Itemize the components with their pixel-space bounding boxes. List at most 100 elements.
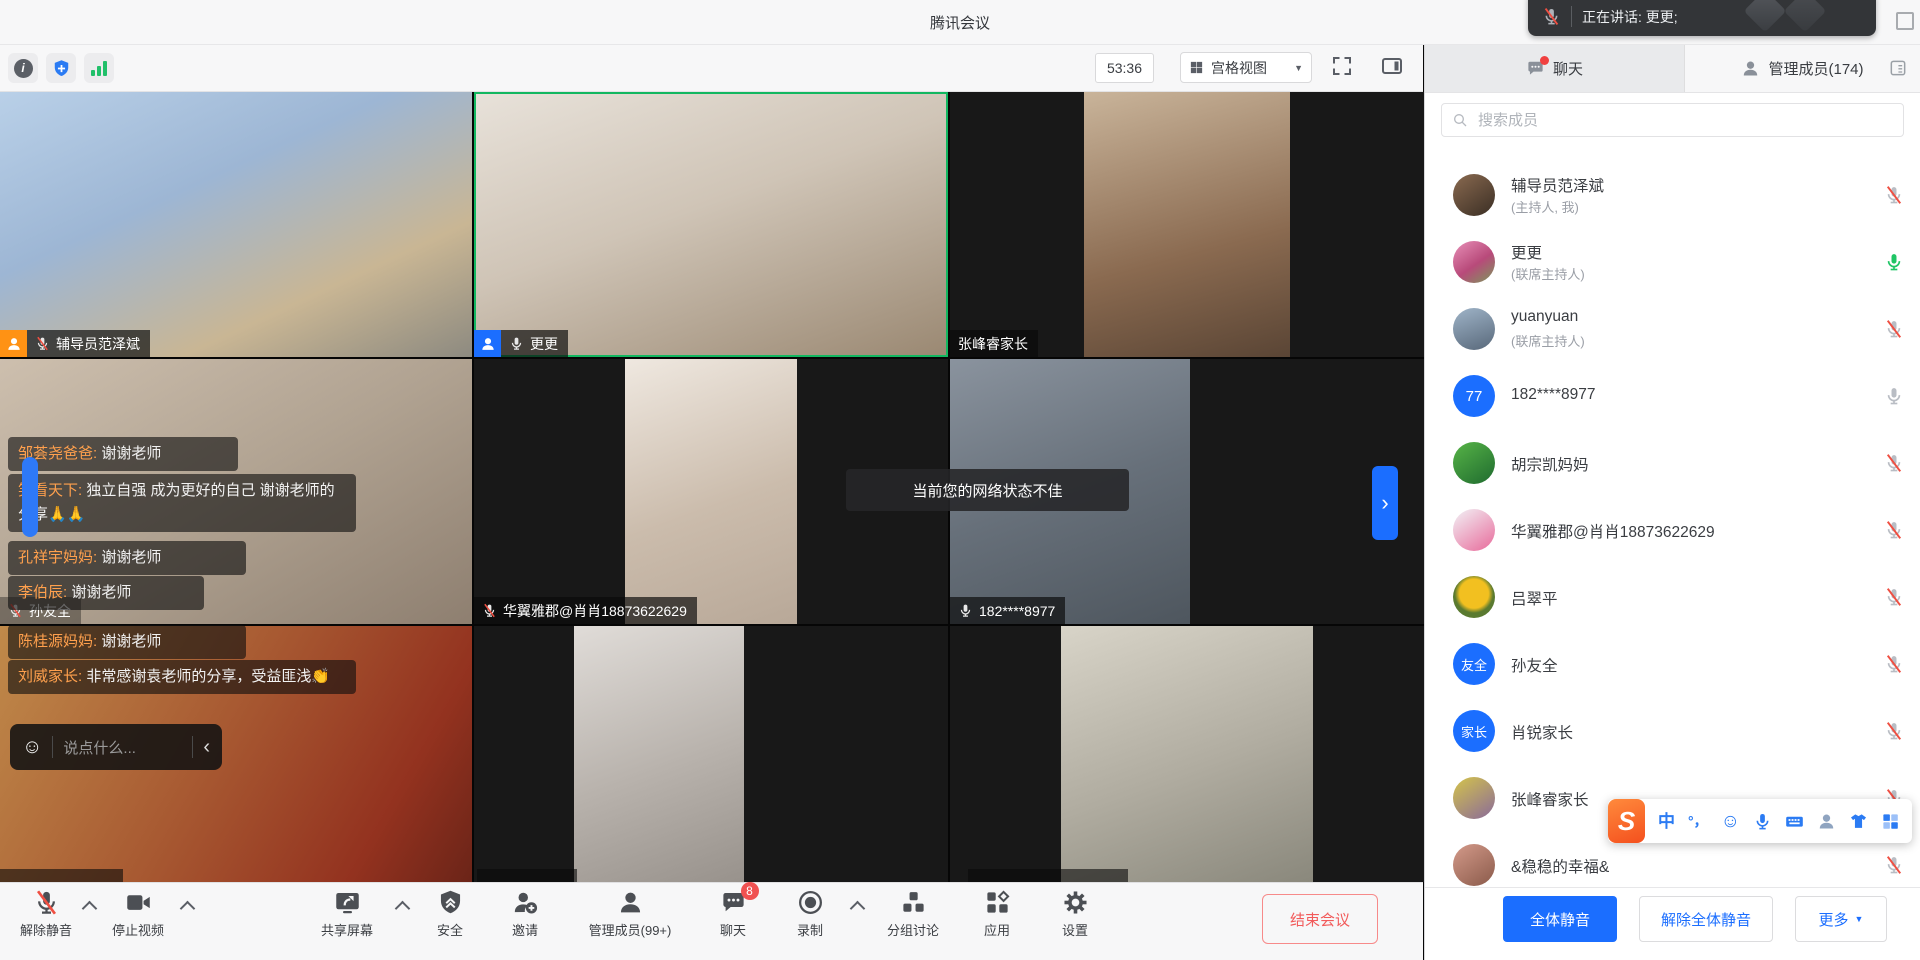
layout-toggle-button[interactable]: [1380, 54, 1404, 78]
chat-message: 笑看天下: 独立自强 成为更好的自己 谢谢老师的分享🙏🙏: [8, 474, 356, 532]
meeting-info-button[interactable]: i: [8, 53, 38, 83]
apps-button[interactable]: 应用: [967, 889, 1027, 939]
meeting-security-button[interactable]: [46, 53, 76, 83]
member-search-box[interactable]: [1441, 103, 1904, 137]
logo-diamond: [1744, 0, 1786, 32]
video-tile-active-speaker[interactable]: 更更: [474, 92, 948, 357]
video-options-chevron[interactable]: [180, 901, 196, 917]
network-status-button[interactable]: [84, 53, 114, 83]
divider: [192, 736, 193, 758]
view-mode-dropdown[interactable]: 宫格视图 ▼: [1180, 52, 1312, 83]
chat-text: 谢谢老师: [101, 549, 161, 566]
popout-panel-icon[interactable]: [1888, 58, 1908, 78]
float-window-icon[interactable]: [1896, 12, 1914, 30]
mic-muted-icon[interactable]: [1884, 520, 1904, 540]
chat-message: 邹荟尧爸爸: 谢谢老师: [8, 437, 238, 471]
video-tile[interactable]: 辅导员范泽斌: [0, 92, 472, 357]
ime-skin-person-icon[interactable]: [1817, 812, 1836, 831]
mic-muted-icon[interactable]: [1884, 319, 1904, 339]
network-toast: 当前您的网络状态不佳: [846, 469, 1129, 511]
sogou-logo-icon[interactable]: S: [1608, 799, 1645, 843]
member-row[interactable]: 家长 肖锐家长: [1425, 708, 1920, 762]
chat-button[interactable]: 8 聊天: [703, 889, 763, 939]
share-screen-button[interactable]: 共享屏幕: [302, 889, 392, 939]
chat-text: 非常感谢袁老师的分享，受益匪浅👏: [86, 668, 330, 685]
mic-muted-icon[interactable]: [1884, 654, 1904, 674]
avatar: [1453, 174, 1495, 216]
chat-input-placeholder[interactable]: 说点什么...: [63, 737, 182, 758]
profile-badge: [474, 330, 501, 357]
unmute-button[interactable]: 解除静音: [4, 889, 88, 939]
speaking-banner: 正在讲话: 更更;: [1528, 0, 1876, 36]
mic-active-icon[interactable]: [1884, 252, 1904, 272]
fullscreen-icon: [1330, 54, 1354, 78]
panel-footer: 全体静音 解除全体静音 更多 ▼: [1425, 887, 1920, 960]
search-input[interactable]: [1476, 111, 1893, 130]
video-tile[interactable]: [950, 626, 1424, 882]
manage-members-button[interactable]: 管理成员(99+): [570, 889, 690, 939]
unmute-all-button[interactable]: 解除全体静音: [1639, 896, 1773, 942]
mic-muted-icon[interactable]: [1884, 855, 1904, 875]
unread-dot: [1540, 56, 1549, 65]
ime-toolbox-icon[interactable]: [1881, 812, 1900, 831]
emoji-icon[interactable]: ☺: [22, 736, 42, 759]
mic-muted-icon[interactable]: [1884, 453, 1904, 473]
chat-unread-badge: 8: [741, 882, 759, 900]
tile-name-tag: 华翼雅郡@肖肖18873622629: [474, 597, 697, 624]
avatar: 家长: [1453, 710, 1495, 752]
tab-chat[interactable]: 聊天: [1425, 45, 1685, 92]
member-row[interactable]: 辅导员范泽斌 (主持人, 我): [1425, 172, 1920, 226]
ime-emoji-icon[interactable]: ☺: [1721, 812, 1740, 831]
next-page-button[interactable]: ›: [1372, 466, 1398, 540]
logo-diamond: [1784, 0, 1826, 32]
mic-muted-icon[interactable]: [1884, 185, 1904, 205]
mic-muted-icon[interactable]: [1884, 587, 1904, 607]
video-tile[interactable]: 张峰睿家长: [950, 92, 1424, 357]
member-row[interactable]: 77 182****8977: [1425, 373, 1920, 427]
ime-skin-shirt-icon[interactable]: [1849, 812, 1868, 831]
invite-button[interactable]: 邀请: [495, 889, 555, 939]
member-row[interactable]: 华翼雅郡@肖肖18873622629: [1425, 507, 1920, 561]
ime-punctuation[interactable]: °，: [1688, 814, 1708, 828]
video-feed: [625, 359, 797, 624]
mic-muted-icon[interactable]: [1884, 721, 1904, 741]
chat-scrollbar-thumb[interactable]: [22, 457, 38, 537]
settings-button[interactable]: 设置: [1045, 889, 1105, 939]
avatar: [1453, 442, 1495, 484]
tab-manage-members[interactable]: 管理成员(174): [1685, 45, 1920, 92]
video-feed: [1061, 626, 1313, 882]
security-button[interactable]: 安全: [420, 889, 480, 939]
member-row[interactable]: 胡宗凯妈妈: [1425, 440, 1920, 494]
fullscreen-button[interactable]: [1330, 54, 1354, 78]
profile-badge: [0, 330, 27, 357]
more-button[interactable]: 更多 ▼: [1795, 896, 1887, 942]
end-meeting-button[interactable]: 结束会议: [1262, 894, 1378, 944]
member-row[interactable]: 友全 孙友全: [1425, 641, 1920, 695]
breakout-rooms-button[interactable]: 分组讨论: [858, 889, 968, 939]
stop-video-button[interactable]: 停止视频: [96, 889, 180, 939]
person-icon: [6, 336, 22, 352]
video-tile[interactable]: [474, 626, 948, 882]
ime-keyboard-icon[interactable]: [1785, 812, 1804, 831]
share-options-chevron[interactable]: [395, 901, 411, 917]
member-row[interactable]: yuanyuan (联席主持人): [1425, 306, 1920, 360]
panel-tabs: 聊天 管理成员(174): [1425, 45, 1920, 93]
tile-name-tag: 张峰睿家长: [950, 330, 1038, 357]
chat-input-bar[interactable]: ☺ 说点什么... ‹: [10, 724, 222, 770]
mute-all-button[interactable]: 全体静音: [1503, 896, 1617, 942]
chat-sender: 李伯辰:: [18, 584, 67, 601]
video-feed: [0, 92, 472, 357]
tile-name-tag: 182****8977: [950, 597, 1065, 624]
ime-voice-icon[interactable]: [1753, 812, 1772, 831]
ime-language-mode[interactable]: 中: [1658, 813, 1675, 830]
layout-icon: [1380, 54, 1404, 78]
record-button[interactable]: 录制: [780, 889, 840, 939]
speaking-label: 正在讲话: 更更;: [1582, 7, 1678, 27]
avatar: [1453, 844, 1495, 886]
member-row[interactable]: 吕翠平: [1425, 574, 1920, 628]
member-row[interactable]: 更更 (联席主持人): [1425, 239, 1920, 293]
collapse-chevron-icon[interactable]: ‹: [203, 736, 210, 759]
info-icon: i: [14, 59, 33, 78]
mic-muted-icon: [35, 336, 50, 351]
mic-on-icon[interactable]: [1884, 386, 1904, 406]
